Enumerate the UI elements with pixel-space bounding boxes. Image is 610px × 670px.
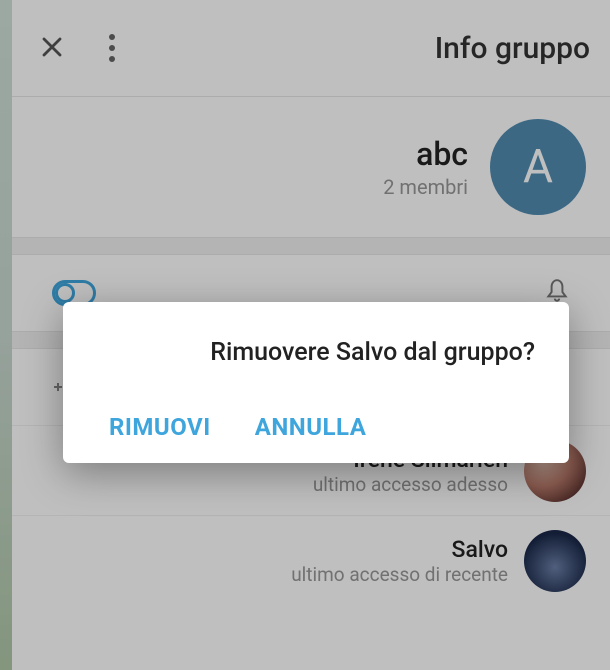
cancel-button[interactable]: ANNULLA	[255, 413, 367, 441]
dialog-actions: RIMUOVI ANNULLA	[91, 413, 541, 441]
dialog-message: Rimuovere Salvo dal gruppo?	[91, 338, 541, 367]
confirm-button[interactable]: RIMUOVI	[109, 413, 211, 441]
confirm-dialog: Rimuovere Salvo dal gruppo? RIMUOVI ANNU…	[63, 302, 569, 463]
